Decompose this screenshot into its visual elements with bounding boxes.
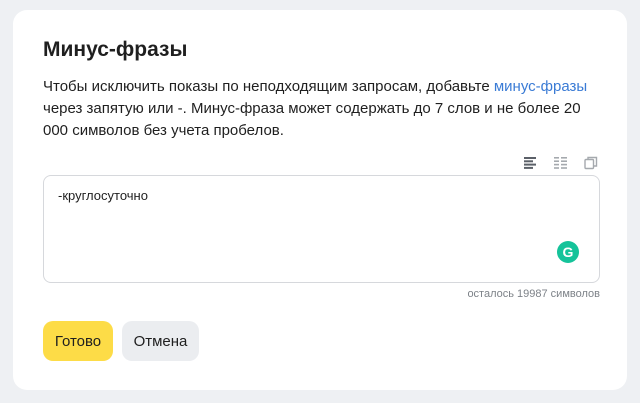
description-text-start: Чтобы исключить показы по неподходящим з… [43,78,494,95]
align-justify-icon[interactable] [553,155,569,171]
copy-icon[interactable] [583,155,599,171]
cancel-button[interactable]: Отмена [122,321,199,361]
align-left-icon[interactable] [523,155,539,171]
dialog-description: Чтобы исключить показы по неподходящим з… [43,76,603,142]
minus-phrases-link[interactable]: минус-фразы [494,78,587,95]
minus-phrases-card: Минус-фразы Чтобы исключить показы по не… [13,10,627,390]
dialog-title: Минус-фразы [43,38,188,61]
editor-toolbar [523,153,599,173]
minus-phrases-textarea[interactable]: -круглосуточно G [43,175,600,283]
grammarly-icon[interactable]: G [557,241,579,263]
description-text-end: через запятую или -. Минус-фраза может с… [43,100,581,139]
textarea-value: -круглосуточно [58,188,148,203]
done-button[interactable]: Готово [43,321,113,361]
remaining-characters-counter: осталось 19987 символов [467,288,600,300]
